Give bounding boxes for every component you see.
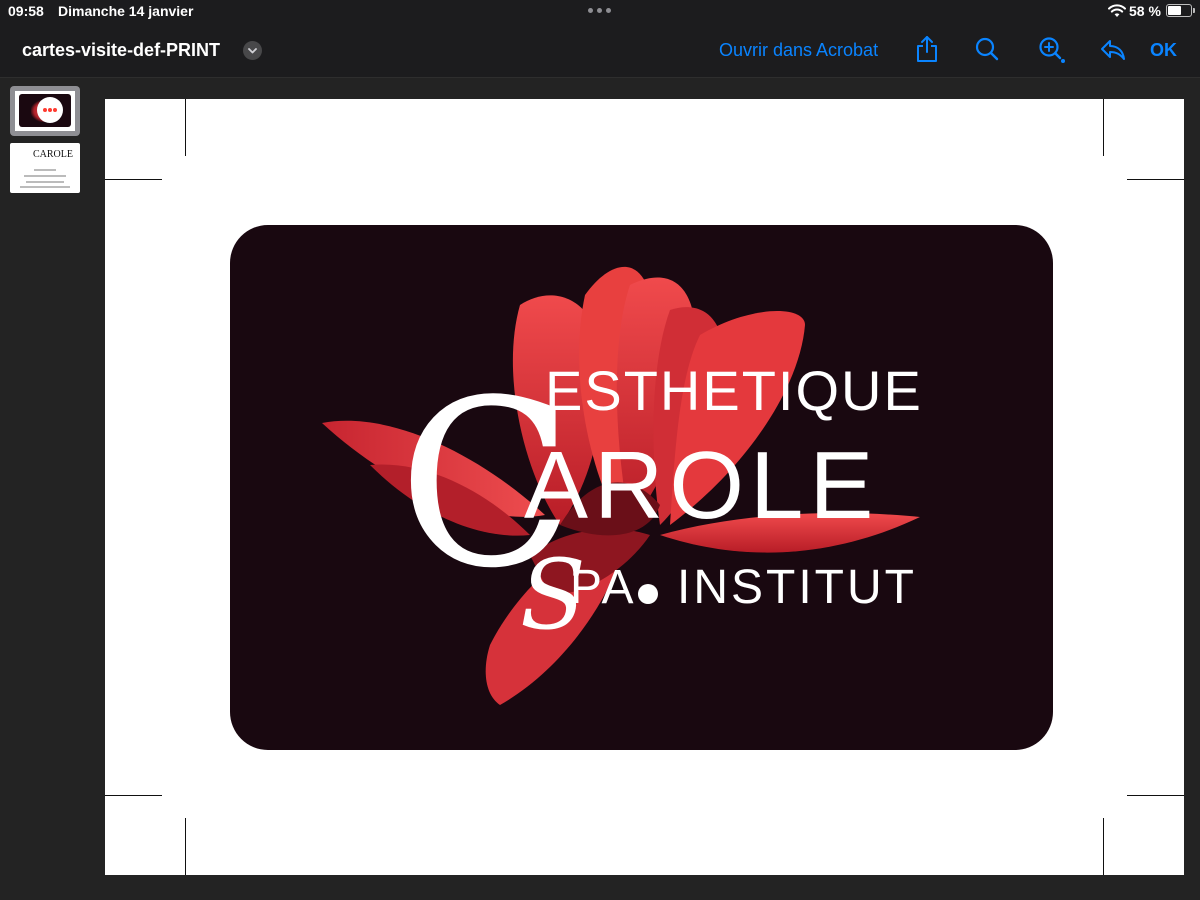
- ok-button[interactable]: OK: [1150, 40, 1177, 61]
- page-thumbnail-1[interactable]: [10, 86, 80, 136]
- logo-line-institut: INSTITUT: [677, 561, 917, 614]
- pdf-viewer: 09:58 Dimanche 14 janvier 58 % cartes-vi…: [0, 0, 1200, 900]
- crop-mark: [1127, 179, 1184, 180]
- crop-mark: [185, 99, 186, 156]
- more-options-icon[interactable]: [37, 97, 63, 123]
- multitasking-dots-icon[interactable]: [588, 8, 611, 13]
- status-date: Dimanche 14 janvier: [58, 3, 194, 19]
- business-card: ESTHETIQUE C AROLE S PA INSTITUT: [230, 225, 1053, 750]
- thumbnail-sidebar: CAROLE: [0, 79, 90, 900]
- crop-mark: [1127, 795, 1184, 796]
- status-bar: 09:58 Dimanche 14 janvier 58 %: [0, 0, 1200, 22]
- thumbnail-logo: CAROLE: [33, 149, 73, 160]
- chevron-down-icon[interactable]: [243, 41, 262, 60]
- navigation-bar: cartes-visite-def-PRINT Ouvrir dans Acro…: [0, 22, 1200, 78]
- crop-mark: [1103, 818, 1104, 875]
- logo-line-spa: PA: [570, 561, 637, 614]
- open-in-acrobat-button[interactable]: Ouvrir dans Acrobat: [719, 40, 878, 61]
- zoom-in-icon[interactable]: [1036, 34, 1066, 64]
- crop-mark: [185, 818, 186, 875]
- crop-mark: [105, 179, 162, 180]
- crop-mark: [1103, 99, 1104, 156]
- wifi-icon: [1108, 4, 1126, 17]
- crop-mark: [105, 795, 162, 796]
- battery-icon: [1166, 4, 1195, 17]
- logo-line-esthetique: ESTHETIQUE: [545, 359, 923, 422]
- share-icon[interactable]: [912, 34, 942, 64]
- reply-icon[interactable]: [1098, 34, 1128, 64]
- document-title[interactable]: cartes-visite-def-PRINT: [22, 40, 220, 61]
- logo-bullet-dot: [638, 584, 658, 604]
- logo-line-carole: AROLE: [524, 432, 880, 539]
- battery-percentage: 58 %: [1129, 3, 1161, 19]
- status-time: 09:58: [8, 3, 44, 19]
- pdf-page[interactable]: ESTHETIQUE C AROLE S PA INSTITUT: [105, 99, 1184, 875]
- search-icon[interactable]: [972, 34, 1002, 64]
- page-thumbnail-2[interactable]: CAROLE: [10, 143, 80, 193]
